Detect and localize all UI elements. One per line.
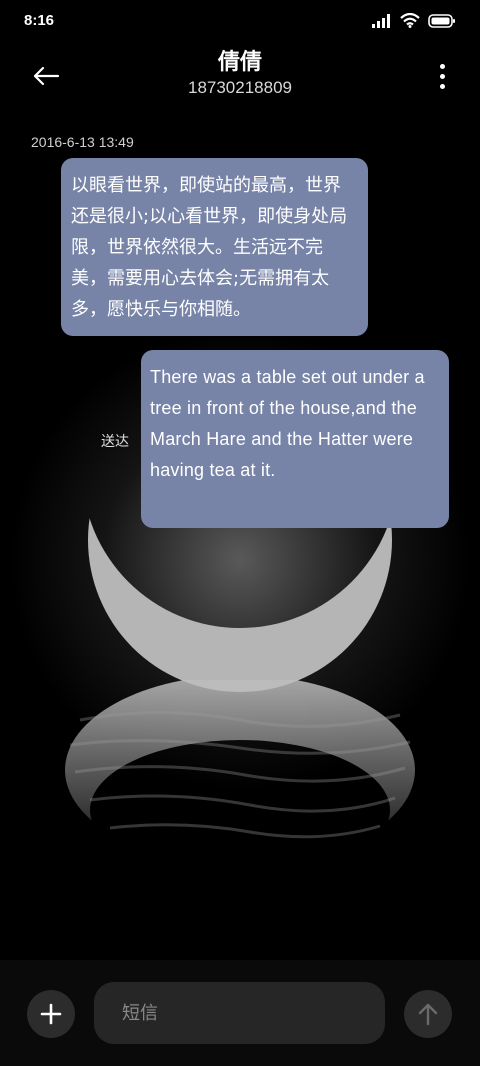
contact-number: 18730218809 [187, 78, 292, 97]
message-composer [0, 960, 480, 1066]
more-vertical-icon [439, 63, 445, 69]
plus-icon [40, 1003, 62, 1025]
send-arrow-icon [418, 1003, 438, 1026]
send-button[interactable] [404, 990, 452, 1038]
contact-name: 倩倩 [217, 50, 262, 75]
outgoing-message-bubble[interactable]: There was a table set out under a tree i… [141, 350, 449, 528]
wifi-icon [400, 13, 420, 28]
message-text: 以眼看世界，即使站的最高，世界还是很小;以心看世界，即使身处局限，世界依然很大。… [71, 175, 348, 320]
signal-icon [372, 13, 390, 28]
battery-icon [428, 13, 455, 28]
status-time: 8:16 [24, 12, 55, 29]
message-text: There was a table set out under a tree i… [150, 367, 425, 480]
delivery-status: 送达 [101, 434, 129, 450]
message-timestamp: 2016-6-13 13:49 [31, 134, 134, 150]
more-options-button[interactable] [432, 56, 452, 96]
status-icons [372, 13, 456, 28]
message-input[interactable] [94, 982, 385, 1044]
conversation-header: 倩倩 18730218809 [0, 40, 480, 110]
add-attachment-button[interactable] [27, 990, 75, 1038]
incoming-message-bubble[interactable]: 以眼看世界，即使站的最高，世界还是很小;以心看世界，即使身处局限，世界依然很大。… [61, 158, 368, 336]
